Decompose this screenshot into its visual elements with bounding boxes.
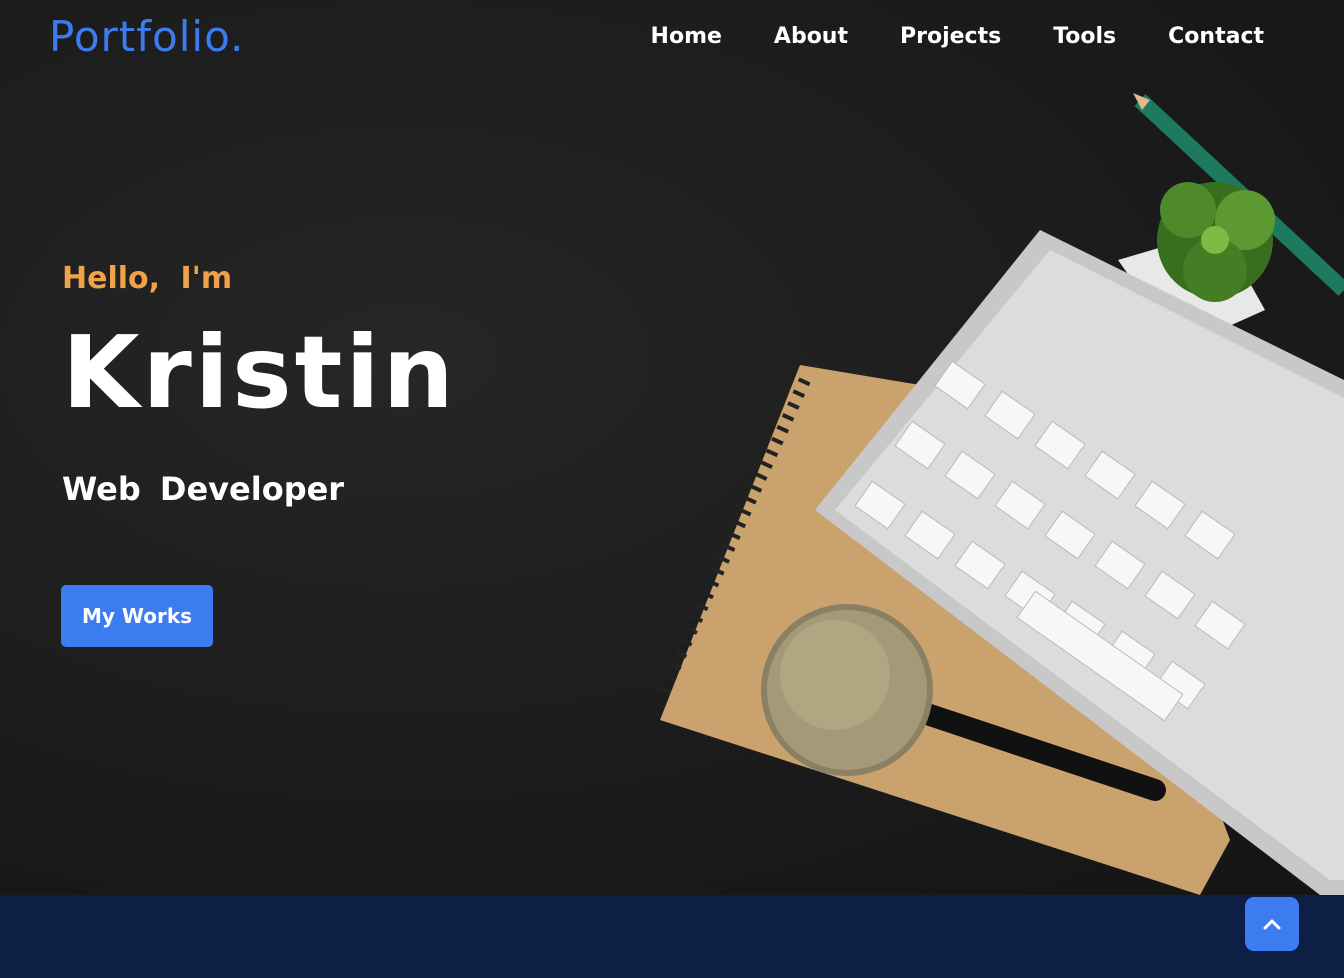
hero-role: Web Developer: [62, 470, 345, 508]
hero-greeting: Hello, I'm: [62, 261, 233, 296]
chevron-up-icon: [1263, 919, 1281, 930]
hero-section: Portfolio. Home About Projects Tools Con…: [0, 0, 1344, 895]
desk-illustration: [654, 93, 1344, 895]
hero-name: Kristin: [62, 314, 457, 431]
my-works-button[interactable]: My Works: [61, 585, 213, 647]
nav-menu: Home About Projects Tools Contact: [651, 24, 1264, 49]
logo[interactable]: Portfolio.: [49, 12, 244, 61]
navbar: Portfolio. Home About Projects Tools Con…: [0, 0, 1344, 80]
nav-link-tools[interactable]: Tools: [1053, 24, 1116, 49]
scroll-to-top-button[interactable]: [1245, 897, 1299, 951]
footer-band: [0, 895, 1344, 978]
nav-link-about[interactable]: About: [774, 24, 848, 49]
nav-link-home[interactable]: Home: [651, 24, 722, 49]
nav-link-contact[interactable]: Contact: [1168, 24, 1264, 49]
nav-link-projects[interactable]: Projects: [900, 24, 1001, 49]
